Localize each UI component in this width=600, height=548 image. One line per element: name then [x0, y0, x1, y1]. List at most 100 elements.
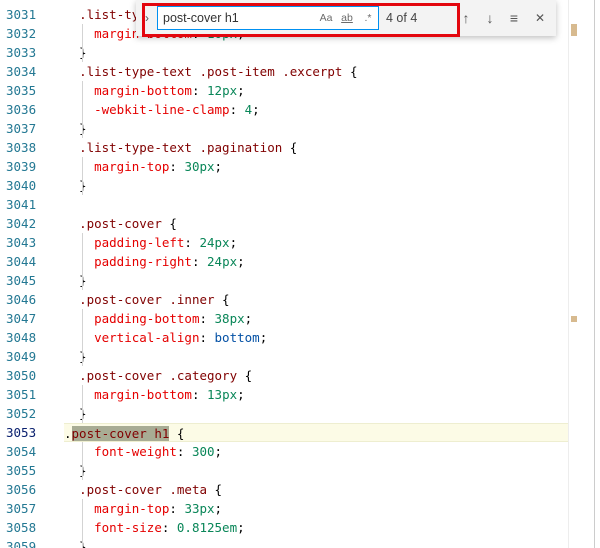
code-line[interactable]: }: [64, 347, 581, 366]
line-number: 3057: [6, 501, 37, 516]
code-line[interactable]: .post-cover .inner {: [64, 290, 581, 309]
code-line[interactable]: padding-bottom: 38px;: [64, 309, 581, 328]
code-line[interactable]: }: [64, 119, 581, 138]
line-number: 3035: [6, 83, 37, 98]
code-token: :: [229, 102, 245, 117]
code-line[interactable]: .post-cover {: [64, 214, 581, 233]
code-token: padding-bottom: [94, 311, 200, 326]
code-line[interactable]: }: [64, 43, 581, 62]
indent-guide: [82, 309, 83, 366]
close-icon[interactable]: ✕: [530, 7, 550, 29]
scrollbar-match-marker: [571, 316, 577, 322]
line-number-gutter: 3031 3032 3033 3034 3035 3036 3037 3038 3039 3040…: [0, 0, 66, 548]
line-number: 3031: [6, 7, 37, 22]
scrollbar-match-marker: [571, 24, 577, 36]
code-token: ;: [237, 83, 245, 98]
code-token: margin-top: [94, 501, 170, 516]
line-number: 3034: [6, 64, 37, 79]
line-number: 3033: [6, 45, 37, 60]
code-token: }: [64, 349, 87, 364]
code-token: :: [199, 311, 215, 326]
code-line[interactable]: .list-type-text .post-item .excerpt {: [64, 62, 581, 81]
code-token: :: [169, 501, 185, 516]
overview-ruler-border: [594, 0, 595, 548]
code-line[interactable]: }: [64, 271, 581, 290]
code-token: margin-top: [94, 159, 170, 174]
code-line[interactable]: margin-top: 30px;: [64, 157, 581, 176]
code-token: ;: [252, 102, 260, 117]
line-number: 3032: [6, 26, 37, 41]
code-line[interactable]: vertical-align: bottom;: [64, 328, 581, 347]
code-line[interactable]: .list-type-text .pagination {: [64, 138, 581, 157]
code-token: }: [64, 121, 87, 136]
code-line[interactable]: }: [64, 176, 581, 195]
code-area[interactable]: .list-ty margin-bottom: 10px; } .list-ty…: [64, 0, 581, 548]
line-number: 3053: [6, 425, 37, 440]
line-number: 3037: [6, 121, 37, 136]
code-token: :: [191, 387, 208, 402]
code-token: ;: [214, 444, 223, 459]
line-number: 3051: [6, 387, 37, 402]
code-token: :: [169, 159, 185, 174]
code-token: }: [64, 45, 87, 60]
code-token: bottom: [214, 330, 260, 345]
code-token: 24px: [207, 254, 238, 269]
find-in-selection-icon[interactable]: ≡: [504, 7, 524, 29]
code-token: ;: [237, 520, 245, 535]
arrow-down-icon[interactable]: ↓: [480, 7, 500, 29]
code-line[interactable]: font-weight: 300;: [64, 442, 581, 461]
indent-guide: [82, 385, 83, 423]
annotation-highlight-box: [142, 3, 460, 37]
code-token: {: [161, 216, 177, 231]
code-line[interactable]: .post-cover .meta {: [64, 480, 581, 499]
code-token: 24px: [199, 235, 230, 250]
code-token: :: [191, 254, 208, 269]
code-token: padding-left: [94, 235, 185, 250]
indent-guide: [82, 442, 83, 480]
code-token: :: [161, 520, 177, 535]
code-token: 33px: [184, 501, 215, 516]
code-token: {: [237, 368, 253, 383]
code-token: {: [214, 292, 230, 307]
code-line[interactable]: font-size: 0.8125em;: [64, 518, 581, 537]
code-line[interactable]: padding-right: 24px;: [64, 252, 581, 271]
code-token: margin-bottom: [94, 83, 192, 98]
code-line[interactable]: }: [64, 537, 581, 548]
current-line[interactable]: .post-cover h1 {: [64, 423, 581, 442]
indent-guide: [82, 157, 83, 195]
code-editor[interactable]: 3031 3032 3033 3034 3035 3036 3037 3038 3039 3040…: [0, 0, 600, 548]
code-token: :: [184, 235, 200, 250]
line-number: 3058: [6, 520, 37, 535]
code-line[interactable]: .post-cover .category {: [64, 366, 581, 385]
code-line[interactable]: }: [64, 404, 581, 423]
line-number: 3055: [6, 463, 37, 478]
code-token: :: [191, 83, 208, 98]
vertical-scrollbar[interactable]: [568, 0, 583, 548]
code-line[interactable]: margin-bottom: 13px;: [64, 385, 581, 404]
code-token: }: [64, 463, 87, 478]
code-token: }: [64, 273, 87, 288]
line-number: 3040: [6, 178, 37, 193]
code-token: margin-bottom: [94, 387, 192, 402]
code-token: vertical-align: [94, 330, 200, 345]
code-line[interactable]: }: [64, 461, 581, 480]
code-line[interactable]: [64, 195, 581, 214]
code-token: -webkit-line-clamp: [94, 102, 230, 117]
line-number: 3045: [6, 273, 37, 288]
line-number: 3036: [6, 102, 37, 117]
code-line[interactable]: padding-left: 24px;: [64, 233, 581, 252]
code-line[interactable]: -webkit-line-clamp: 4;: [64, 100, 581, 119]
line-number: 3050: [6, 368, 37, 383]
code-line[interactable]: margin-top: 33px;: [64, 499, 581, 518]
code-line[interactable]: margin-bottom: 12px;: [64, 81, 581, 100]
